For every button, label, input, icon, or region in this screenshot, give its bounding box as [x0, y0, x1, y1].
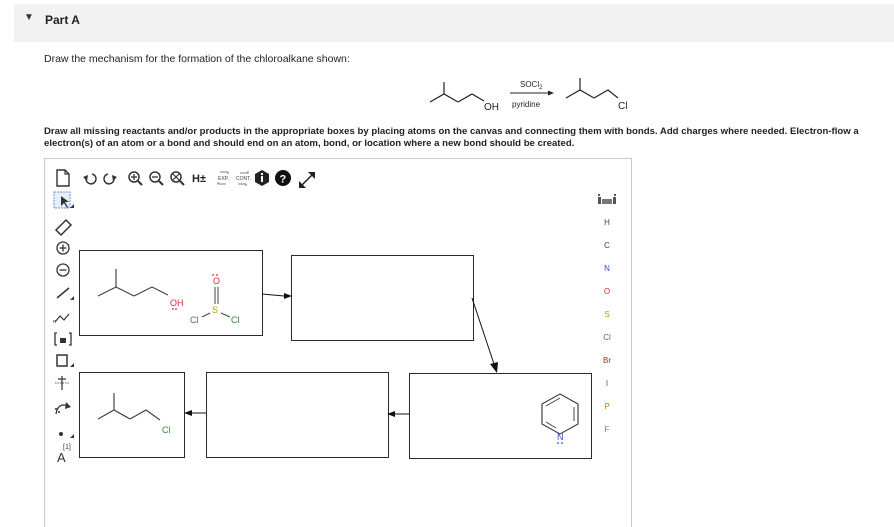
arrow-box1-to-box2-head	[284, 293, 292, 299]
arrow-box2-to-box5	[471, 297, 495, 365]
arrow-box5-to-box4-head	[387, 411, 395, 417]
arrow-box2-to-box5-head	[490, 362, 498, 373]
mechanism-arrows	[184, 293, 498, 417]
arrow-box1-to-box2	[261, 293, 285, 297]
arrow-box4-to-box3-head	[184, 410, 192, 416]
